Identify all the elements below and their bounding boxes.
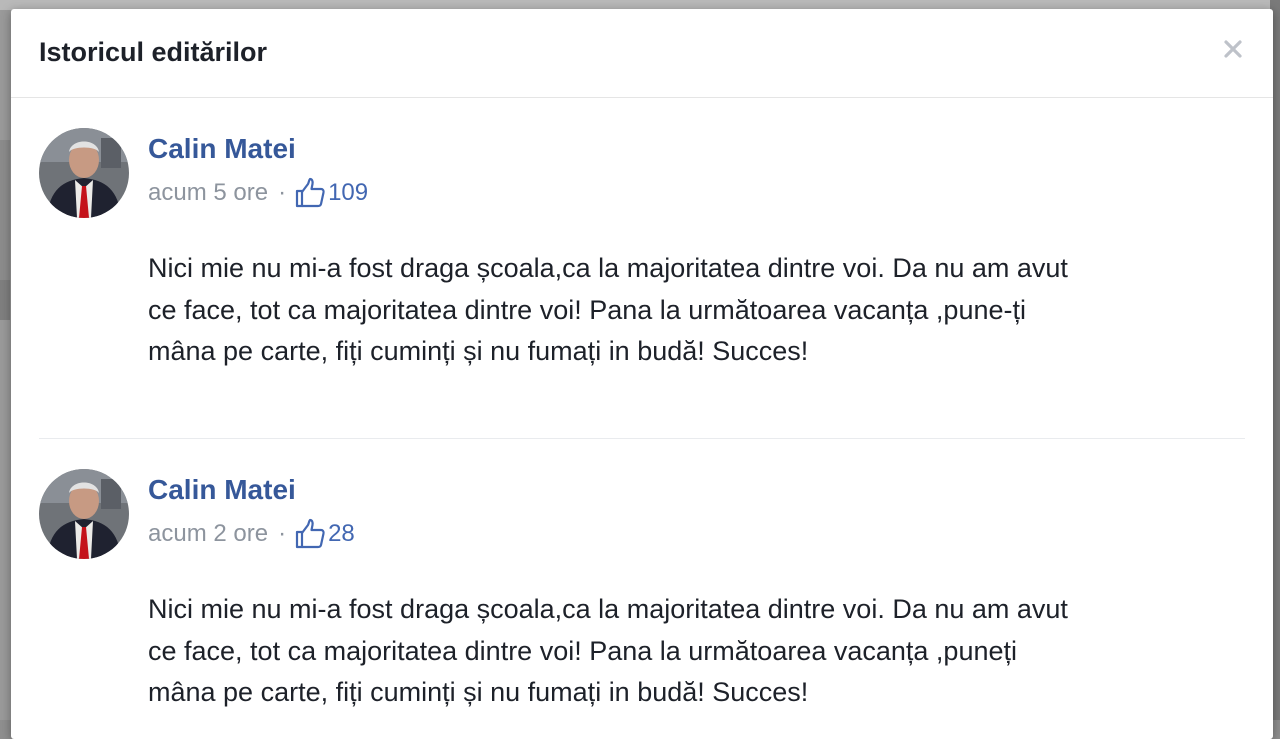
post-text-line: ce face, tot ca majoritatea dintre voi! …: [148, 294, 1026, 325]
post-meta: acum 5 ore · 109: [148, 176, 368, 210]
post-text: Nici mie nu mi-a fost draga școala,ca la…: [148, 589, 1248, 714]
like-count: 109: [328, 179, 369, 206]
thumbs-up-icon: [295, 518, 325, 549]
avatar-photo: [39, 469, 129, 559]
meta-separator: ·: [278, 520, 287, 547]
avatar-photo: [39, 128, 129, 218]
timestamp[interactable]: acum 5 ore: [148, 179, 268, 207]
timestamp[interactable]: acum 2 ore: [148, 520, 268, 548]
dialog-title: Istoricul editărilor: [39, 37, 268, 67]
post-meta: acum 2 ore · 28: [148, 517, 355, 551]
edit-history-dialog: Istoricul editărilor Calin Matei acum 5 …: [11, 9, 1273, 739]
entry-divider: [39, 438, 1245, 439]
meta-separator: ·: [278, 179, 287, 206]
avatar[interactable]: [39, 128, 129, 218]
backdrop-strip: [0, 280, 10, 320]
dialog-header: Istoricul editărilor: [11, 9, 1273, 98]
post-text-line: Nici mie nu mi-a fost draga școala,ca la…: [148, 253, 1068, 283]
avatar[interactable]: [39, 469, 129, 559]
like-count-link[interactable]: 28: [294, 518, 355, 550]
post-text-line: mâna pe carte, fiți cuminți și nu fumați…: [148, 677, 809, 707]
close-button[interactable]: [1215, 31, 1251, 67]
post-text: Nici mie nu mi-a fost draga școala,ca la…: [148, 248, 1248, 373]
like-count: 28: [328, 520, 355, 547]
author-name-link[interactable]: Calin Matei: [148, 474, 296, 506]
post-text-line: Nici mie nu mi-a fost draga școala,ca la…: [148, 594, 1068, 624]
close-icon: [1224, 40, 1242, 58]
author-name-link[interactable]: Calin Matei: [148, 133, 296, 165]
post-text-line: ce face, tot ca majoritatea dintre voi! …: [148, 635, 1017, 666]
post-text-line: mâna pe carte, fiți cuminți și nu fumați…: [148, 336, 809, 366]
thumbs-up-icon: [295, 177, 325, 208]
like-count-link[interactable]: 109: [294, 177, 368, 209]
